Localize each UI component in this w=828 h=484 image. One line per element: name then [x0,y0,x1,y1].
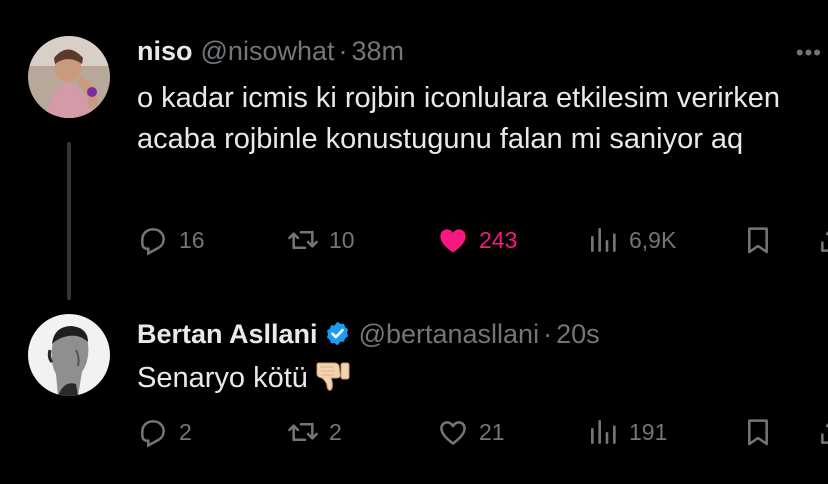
like-button[interactable]: 243 [437,220,517,260]
retweet-button[interactable]: 2 [287,412,342,452]
reply-count: 2 [179,418,192,445]
retweet-button[interactable]: 10 [287,220,355,260]
retweet-icon [288,422,318,442]
heart-filled-icon [440,229,466,253]
tweet-niso[interactable]: niso @nisowhat · 38m ••• o kadar icmis k… [0,0,828,310]
heart-icon [440,421,466,445]
share-icon [821,231,828,252]
avatar-bertan[interactable] [28,314,110,396]
bookmark-icon [748,227,768,254]
bookmark-icon [748,419,768,446]
reply-button[interactable]: 2 [137,412,192,452]
avatar-niso[interactable] [28,36,110,118]
reply-count: 16 [179,226,205,253]
share-button[interactable] [817,412,828,452]
tweet-text: o kadar icmis ki rojbin iconlulara etkil… [137,82,781,155]
thumbs-down-emoji [316,362,350,391]
retweet-icon [288,230,318,250]
tweet-bertan[interactable]: Bertan Asllani @bertanasllani · 20s Sena… [0,310,828,484]
tweet-timestamp[interactable]: 20s [556,319,600,350]
views-icon [591,228,616,252]
views-button[interactable]: 6,9K [587,220,676,260]
tweet-timestamp[interactable]: 38m [352,36,405,67]
more-options-icon[interactable]: ••• [796,40,822,66]
views-count: 6,9K [629,226,677,253]
retweet-count: 10 [329,226,355,253]
user-handle[interactable]: @nisowhat [201,36,335,67]
reply-icon [141,228,165,256]
views-icon [591,420,616,444]
like-button[interactable]: 21 [437,412,505,452]
like-count: 243 [479,226,518,253]
user-handle[interactable]: @bertanasllani [359,319,540,350]
bookmark-button[interactable] [742,220,784,260]
display-name[interactable]: niso [137,36,193,67]
views-count: 191 [629,418,668,445]
separator-dot: · [338,36,348,66]
bookmark-button[interactable] [742,412,784,452]
tweet-actions: 2 2 21 191 [137,412,828,452]
tweet-actions: 16 10 243 6,9K [137,220,828,260]
tweet-header: niso @nisowhat · 38m [137,36,404,67]
display-name[interactable]: Bertan Asllani [137,319,318,350]
reply-icon [141,420,165,448]
views-button[interactable]: 191 [587,412,667,452]
separator-dot: · [543,319,553,349]
tweet-header: Bertan Asllani @bertanasllani · 20s [137,316,600,350]
share-icon [821,423,828,444]
share-button[interactable] [817,220,828,260]
thread-line [67,142,71,300]
tweet-text: Senaryo kötü [137,362,308,394]
tweet-body: Senaryo kötü [137,358,817,399]
verified-badge-icon [326,321,348,346]
reply-button[interactable]: 16 [137,220,205,260]
like-count: 21 [479,418,505,445]
retweet-count: 2 [329,418,342,445]
